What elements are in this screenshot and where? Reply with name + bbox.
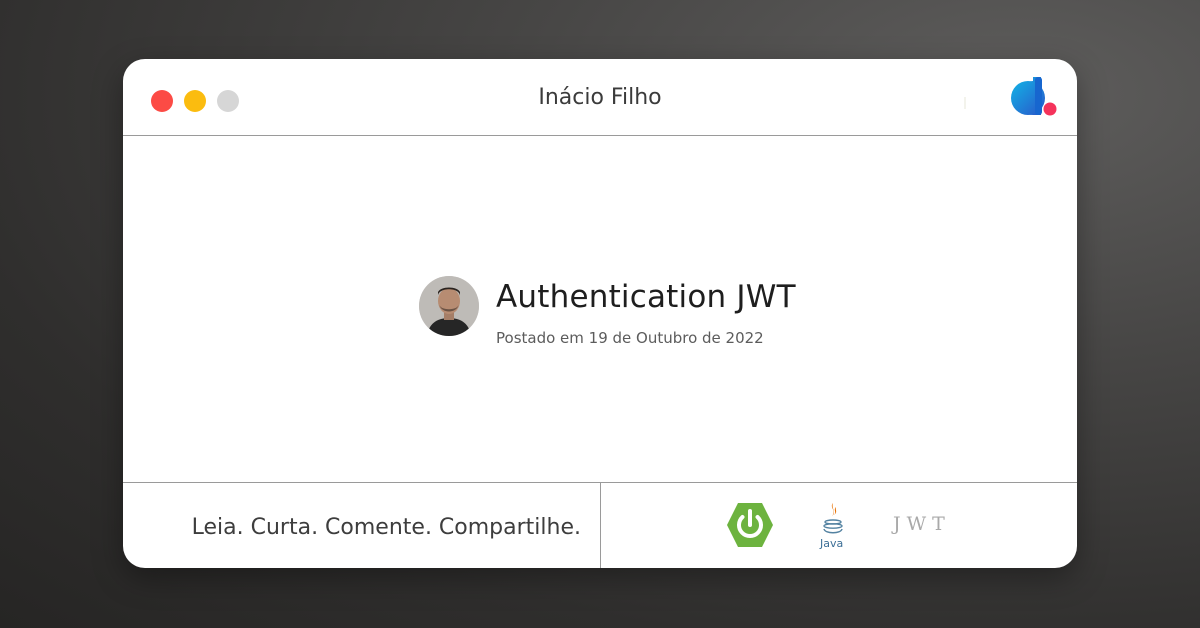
post-date: Postado em 19 de Outubro de 2022 (496, 329, 764, 347)
jwt-logo-icon: JWT (893, 513, 951, 535)
decorative-mark (964, 97, 966, 109)
spring-icon (727, 503, 773, 547)
post-title: Authentication JWT (496, 279, 796, 315)
tagline: Leia. Curta. Comente. Compartilhe. (191, 515, 581, 540)
java-icon: Java (819, 503, 843, 550)
window-title: Inácio Filho (538, 85, 662, 110)
card-footer: Leia. Curta. Comente. Compartilhe. Java … (123, 482, 1077, 568)
avatar-icon[interactable] (419, 276, 479, 336)
window-titlebar: Inácio Filho (123, 59, 1077, 136)
post-header: Authentication JWT Postado em 19 de Outu… (419, 276, 839, 356)
footer-divider (600, 483, 601, 568)
java-label: Java (819, 537, 843, 550)
post-card: Inácio Filho Authentication JWT Postado … (123, 59, 1077, 568)
brand-logo-icon (1011, 77, 1057, 116)
